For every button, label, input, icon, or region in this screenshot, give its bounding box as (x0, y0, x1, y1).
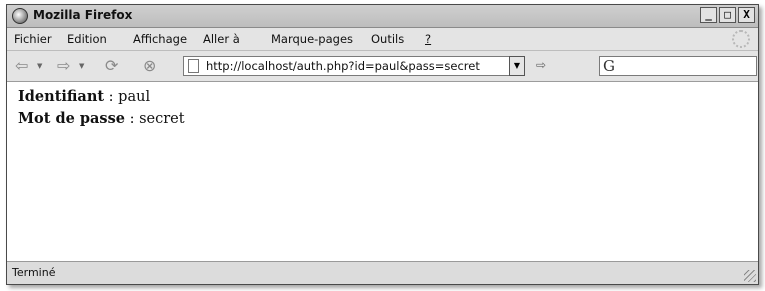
url-dropdown-button[interactable]: ▼ (509, 56, 525, 76)
status-text: Terminé (12, 266, 56, 279)
page-icon (188, 59, 199, 73)
window-controls: _ □ X (700, 7, 755, 23)
password-line: Mot de passe : secret (18, 110, 185, 127)
close-button[interactable]: X (738, 7, 755, 23)
search-bar[interactable]: G (599, 56, 757, 76)
forward-dropdown-icon[interactable]: ▼ (79, 62, 84, 70)
browser-window: Mozilla Firefox _ □ X Fichier Edition Af… (6, 4, 759, 285)
navigation-toolbar: ⇦ ▼ ⇨ ▼ ⟳ ⊗ http://localhost/auth.php?id… (7, 51, 758, 82)
google-search-engine-icon[interactable]: G (603, 57, 615, 75)
resize-grip-icon[interactable] (744, 270, 756, 282)
menu-outils[interactable]: Outils (371, 32, 404, 46)
identifiant-label: Identifiant (18, 88, 105, 105)
maximize-button[interactable]: □ (719, 7, 736, 23)
status-bar: Terminé (7, 261, 758, 284)
reload-icon[interactable]: ⟳ (105, 57, 118, 75)
password-value: : secret (124, 111, 185, 127)
menu-fichier[interactable]: Fichier (14, 32, 52, 46)
go-icon[interactable]: ⇨ (536, 59, 552, 72)
identifiant-value: : paul (104, 89, 151, 105)
menu-affichage[interactable]: Affichage (133, 32, 187, 46)
menu-aller-a[interactable]: Aller à (203, 32, 240, 46)
menu-marque-pages[interactable]: Marque-pages (271, 32, 353, 46)
stop-icon[interactable]: ⊗ (143, 57, 156, 75)
back-arrow-icon[interactable]: ⇦ (15, 57, 28, 75)
menu-edition[interactable]: Edition (67, 32, 107, 46)
window-title: Mozilla Firefox (33, 8, 133, 22)
throbber-icon (732, 30, 750, 48)
page-content: Identifiant : paul Mot de passe : secret (7, 82, 758, 263)
minimize-button[interactable]: _ (700, 7, 717, 23)
menu-help[interactable]: ? (425, 32, 431, 46)
url-text[interactable]: http://localhost/auth.php?id=paul&pass=s… (206, 59, 480, 73)
menu-bar: Fichier Edition Affichage Aller à Marque… (7, 28, 758, 51)
password-label: Mot de passe (18, 110, 125, 127)
firefox-logo-icon (12, 8, 28, 24)
forward-arrow-icon[interactable]: ⇨ (57, 57, 70, 75)
back-dropdown-icon[interactable]: ▼ (37, 62, 42, 70)
address-bar[interactable]: http://localhost/auth.php?id=paul&pass=s… (183, 56, 525, 76)
title-bar: Mozilla Firefox _ □ X (7, 5, 758, 28)
identifiant-line: Identifiant : paul (18, 88, 150, 105)
